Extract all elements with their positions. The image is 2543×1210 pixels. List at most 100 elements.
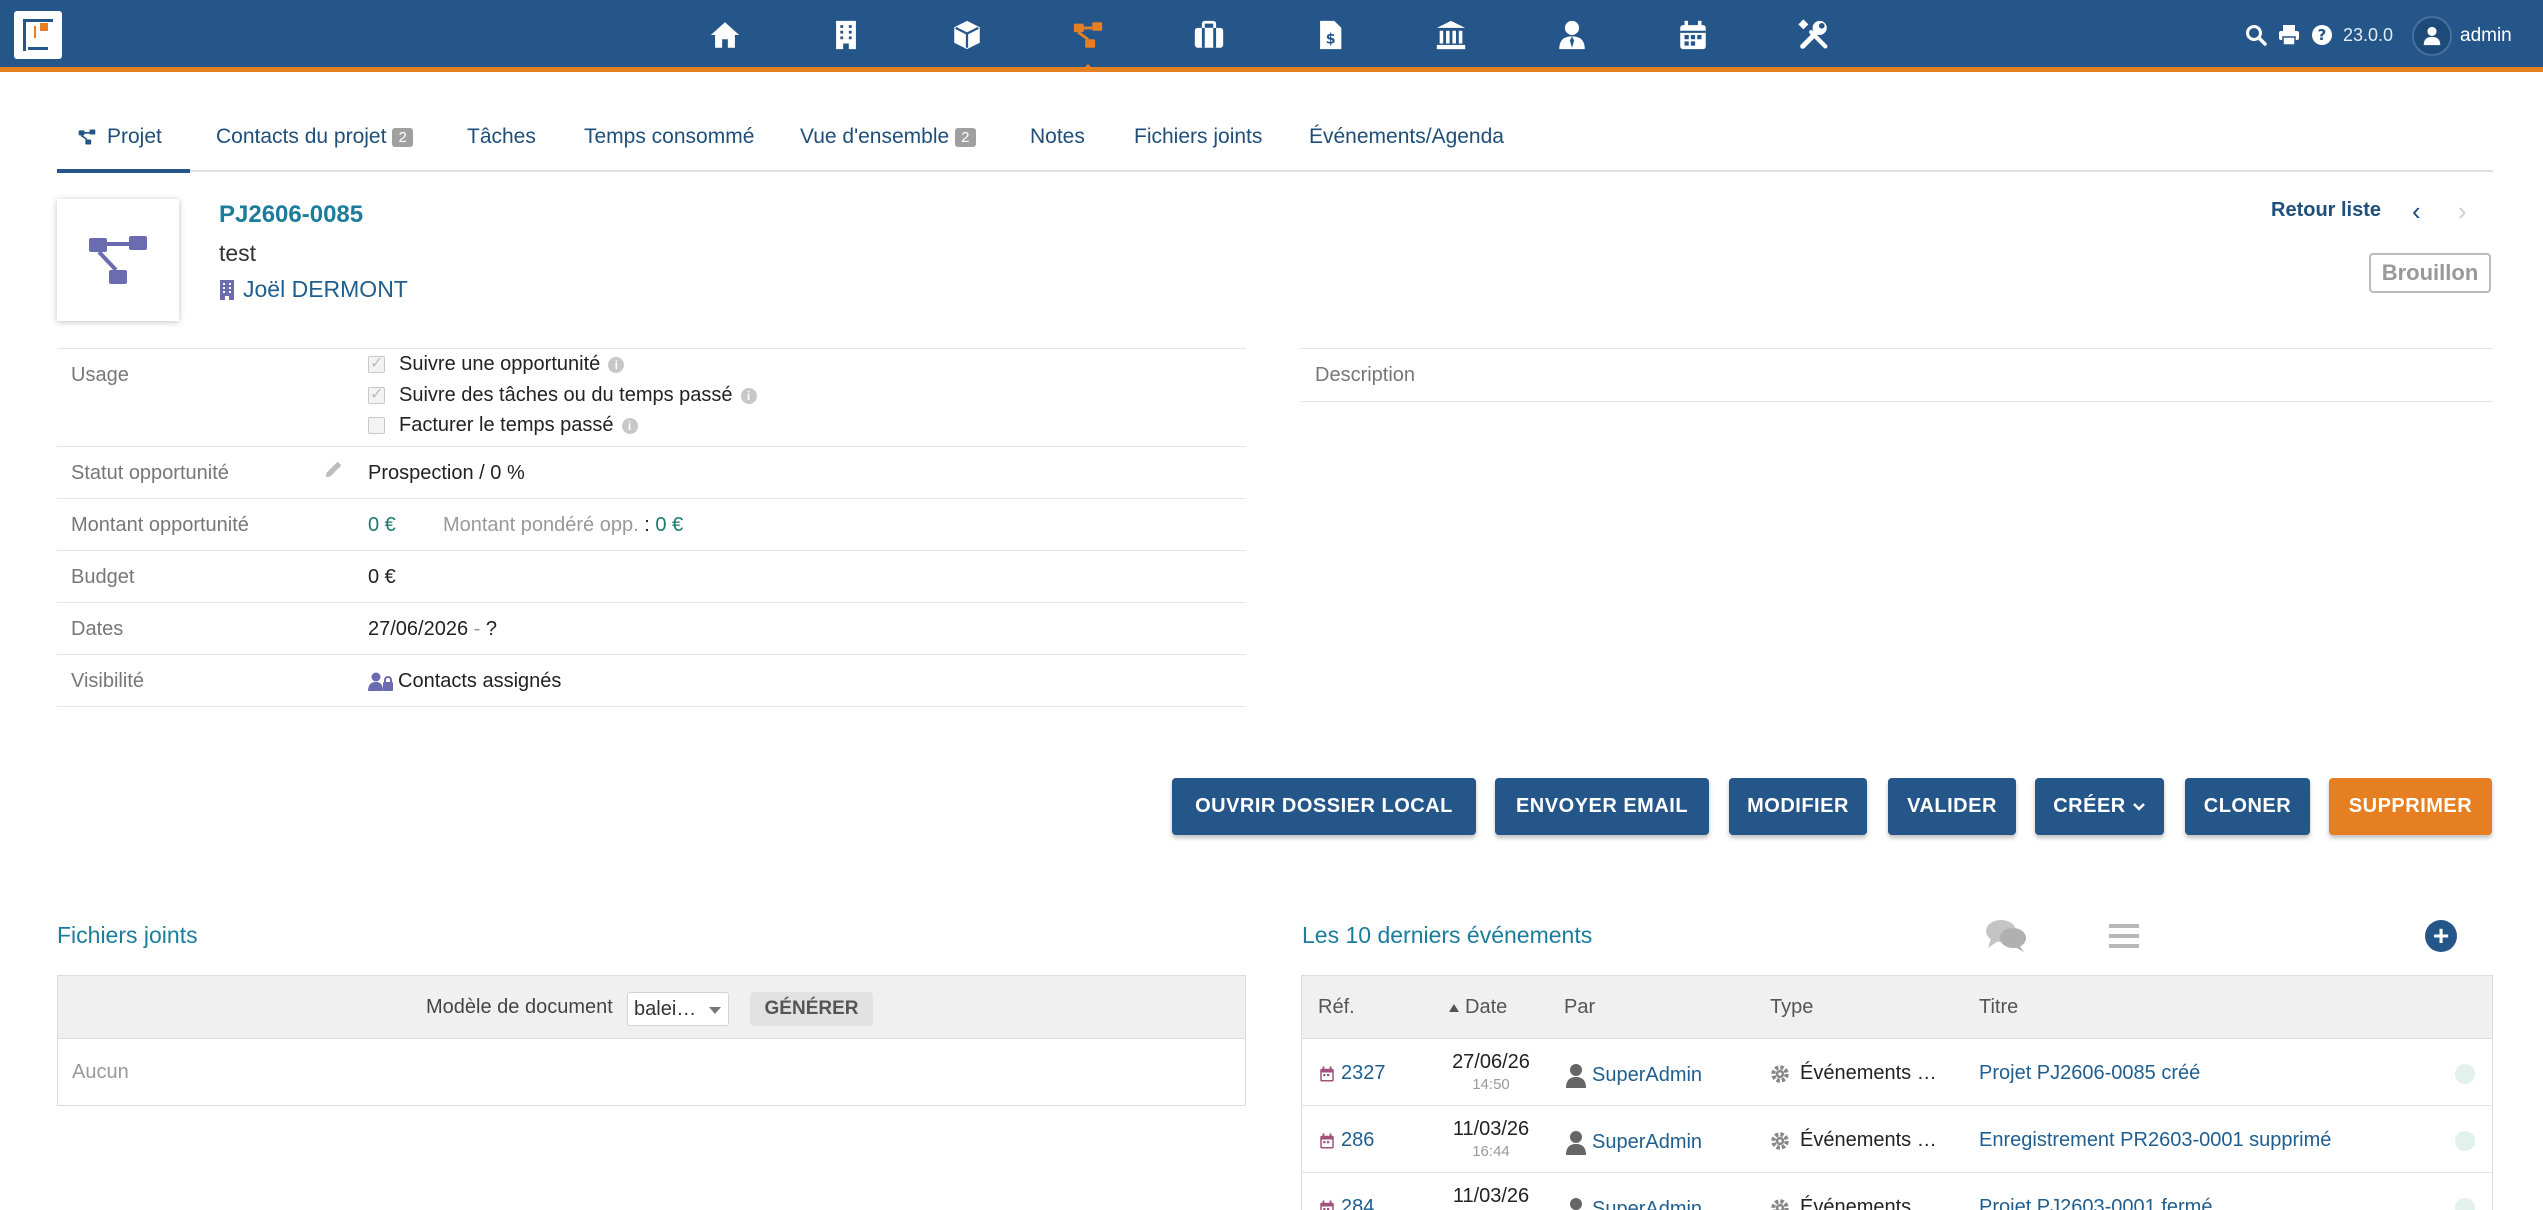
chat-view-icon[interactable] xyxy=(1985,918,2027,954)
table-row: 2327 27/06/26 14:50 SuperAdmin Événements… xyxy=(1302,1040,2492,1106)
tab-vue-ensemble[interactable]: Vue d'ensemble 2 xyxy=(800,125,976,149)
calendar-icon[interactable] xyxy=(1670,12,1716,58)
event-ref-link[interactable]: 286 xyxy=(1318,1129,1374,1152)
project-thirdparty-link[interactable]: Joël DERMONT xyxy=(219,276,408,303)
tab-taches[interactable]: Tâches xyxy=(467,125,536,149)
tab-notes[interactable]: Notes xyxy=(1030,125,1085,149)
event-status-dot xyxy=(2455,1198,2475,1210)
list-view-icon[interactable] xyxy=(2107,921,2141,951)
column-type[interactable]: Type xyxy=(1770,996,1813,1019)
dates-row: Dates 27/06/2026 - ? xyxy=(57,603,1246,655)
print-icon[interactable] xyxy=(2275,20,2303,50)
event-time: 14:50 xyxy=(1472,1076,1510,1093)
tools-icon[interactable] xyxy=(1791,12,1837,58)
event-date-value: 27/06/26 xyxy=(1452,1051,1530,1073)
usage-opportunity-checkbox[interactable]: Suivre une opportunité i xyxy=(368,353,625,376)
visibility-values: Contacts assignés xyxy=(368,670,561,693)
budget-row: Budget 0 € xyxy=(57,551,1246,603)
weighted-separator: : xyxy=(644,514,650,536)
user-icon xyxy=(2423,26,2441,46)
home-icon[interactable] xyxy=(702,12,748,58)
generate-button[interactable]: GÉNÉRER xyxy=(750,992,873,1026)
svg-text:$: $ xyxy=(1326,32,1336,48)
project-ref: PJ2606-0085 xyxy=(219,201,364,228)
event-user-link[interactable]: SuperAdmin xyxy=(1564,1062,1702,1088)
date-end: ? xyxy=(485,618,498,640)
app-logo[interactable] xyxy=(14,11,62,59)
user-icon xyxy=(1566,1131,1586,1155)
event-ref-link[interactable]: 284 xyxy=(1318,1196,1374,1210)
dropdown-caret-icon xyxy=(709,1007,721,1014)
modify-button[interactable]: MODIFIER xyxy=(1729,778,1867,835)
calendar-icon xyxy=(1320,1133,1334,1148)
event-user: SuperAdmin xyxy=(1592,1197,1703,1210)
tab-temps-consomme[interactable]: Temps consommé xyxy=(584,125,754,149)
user-tie-icon[interactable] xyxy=(1549,12,1595,58)
checkbox-checked[interactable] xyxy=(368,353,385,373)
event-user-link[interactable]: SuperAdmin xyxy=(1564,1196,1702,1210)
event-ref-link[interactable]: 2327 xyxy=(1318,1062,1386,1085)
column-by[interactable]: Par xyxy=(1564,996,1595,1019)
event-date: 11/03/26 xyxy=(1416,1185,1566,1210)
validate-button[interactable]: VALIDER xyxy=(1888,778,2016,835)
send-email-button[interactable]: ENVOYER EMAIL xyxy=(1495,778,1709,835)
tab-count-badge: 2 xyxy=(955,127,976,147)
user-icon xyxy=(1566,1064,1586,1088)
user-avatar[interactable] xyxy=(2412,16,2452,56)
tab-label: Événements/Agenda xyxy=(1309,125,1504,148)
open-local-folder-button[interactable]: OUVRIR DOSSIER LOCAL xyxy=(1172,778,1476,835)
thirdparty-name: Joël DERMONT xyxy=(243,276,408,302)
status-row: Statut opportunité Prospection / 0 % xyxy=(57,447,1246,499)
document-model-select[interactable]: balei… xyxy=(627,992,729,1026)
project-icon[interactable] xyxy=(1065,12,1111,71)
document-generation-bar: Modèle de document balei… GÉNÉRER xyxy=(58,976,1245,1039)
help-icon[interactable]: ? xyxy=(2308,20,2336,50)
column-date[interactable]: Date xyxy=(1448,996,1507,1019)
add-event-icon[interactable]: + xyxy=(2425,920,2457,952)
event-type-label: Événements … xyxy=(1800,1196,1937,1210)
bank-icon[interactable] xyxy=(1428,12,1474,58)
pencil-icon[interactable] xyxy=(323,458,345,480)
clone-button[interactable]: CLONER xyxy=(2185,778,2310,835)
tab-label: Projet xyxy=(107,125,162,148)
event-title-link[interactable]: Enregistrement PR2603-0001 supprimé xyxy=(1979,1129,2331,1152)
event-title-link[interactable]: Projet PJ2606-0085 créé xyxy=(1979,1062,2200,1085)
weighted-amount-value: 0 € xyxy=(655,514,684,536)
amount-row: Montant opportunité 0 € Montant pondéré … xyxy=(57,499,1246,551)
tab-label: Contacts du projet xyxy=(216,125,387,148)
briefcase-icon[interactable] xyxy=(1186,12,1232,58)
create-dropdown-button[interactable]: CRÉER xyxy=(2035,778,2164,835)
checkbox-unchecked[interactable] xyxy=(368,417,385,434)
event-user: SuperAdmin xyxy=(1592,1063,1703,1086)
calendar-icon xyxy=(1320,1200,1334,1210)
delete-button[interactable]: SUPPRIMER xyxy=(2329,778,2492,835)
previous-record-icon[interactable]: ‹ xyxy=(2412,196,2421,227)
column-title[interactable]: Titre xyxy=(1979,996,2018,1019)
building-icon[interactable] xyxy=(823,12,869,58)
gear-icon xyxy=(1771,1064,1789,1083)
visibility-row: Visibilité Contacts assignés xyxy=(57,655,1246,707)
cube-icon[interactable] xyxy=(944,12,990,58)
tab-contacts[interactable]: Contacts du projet 2 xyxy=(216,125,413,149)
search-icon[interactable] xyxy=(2242,20,2270,50)
event-user-link[interactable]: SuperAdmin xyxy=(1564,1129,1702,1155)
tab-evenements-agenda[interactable]: Événements/Agenda xyxy=(1309,125,1504,149)
event-type-label: Événements … xyxy=(1800,1129,1937,1151)
sort-asc-icon xyxy=(1449,1003,1459,1012)
create-label: CRÉER xyxy=(2053,795,2126,817)
usage-tasks-checkbox[interactable]: Suivre des tâches ou du temps passé i xyxy=(368,384,757,407)
project-icon xyxy=(78,129,96,145)
attached-files-panel: Modèle de document balei… GÉNÉRER Aucun xyxy=(57,975,1246,1106)
checkbox-checked[interactable] xyxy=(368,384,385,404)
username-label[interactable]: admin xyxy=(2460,25,2512,47)
tab-projet[interactable]: Projet xyxy=(77,125,162,149)
tab-label: Temps consommé xyxy=(584,125,755,148)
tab-label: Notes xyxy=(1030,125,1085,148)
event-title-link[interactable]: Projet PJ2603-0001 fermé xyxy=(1979,1196,2212,1210)
tab-fichiers-joints[interactable]: Fichiers joints xyxy=(1134,125,1262,149)
events-table: Réf. Date Par Type Titre 2327 27/06/26 14… xyxy=(1301,975,2493,1210)
usage-billing-checkbox[interactable]: Facturer le temps passé i xyxy=(368,414,638,437)
invoice-icon[interactable]: $ xyxy=(1307,12,1353,58)
back-to-list-link[interactable]: Retour liste xyxy=(2271,199,2381,222)
column-ref[interactable]: Réf. xyxy=(1318,996,1355,1019)
